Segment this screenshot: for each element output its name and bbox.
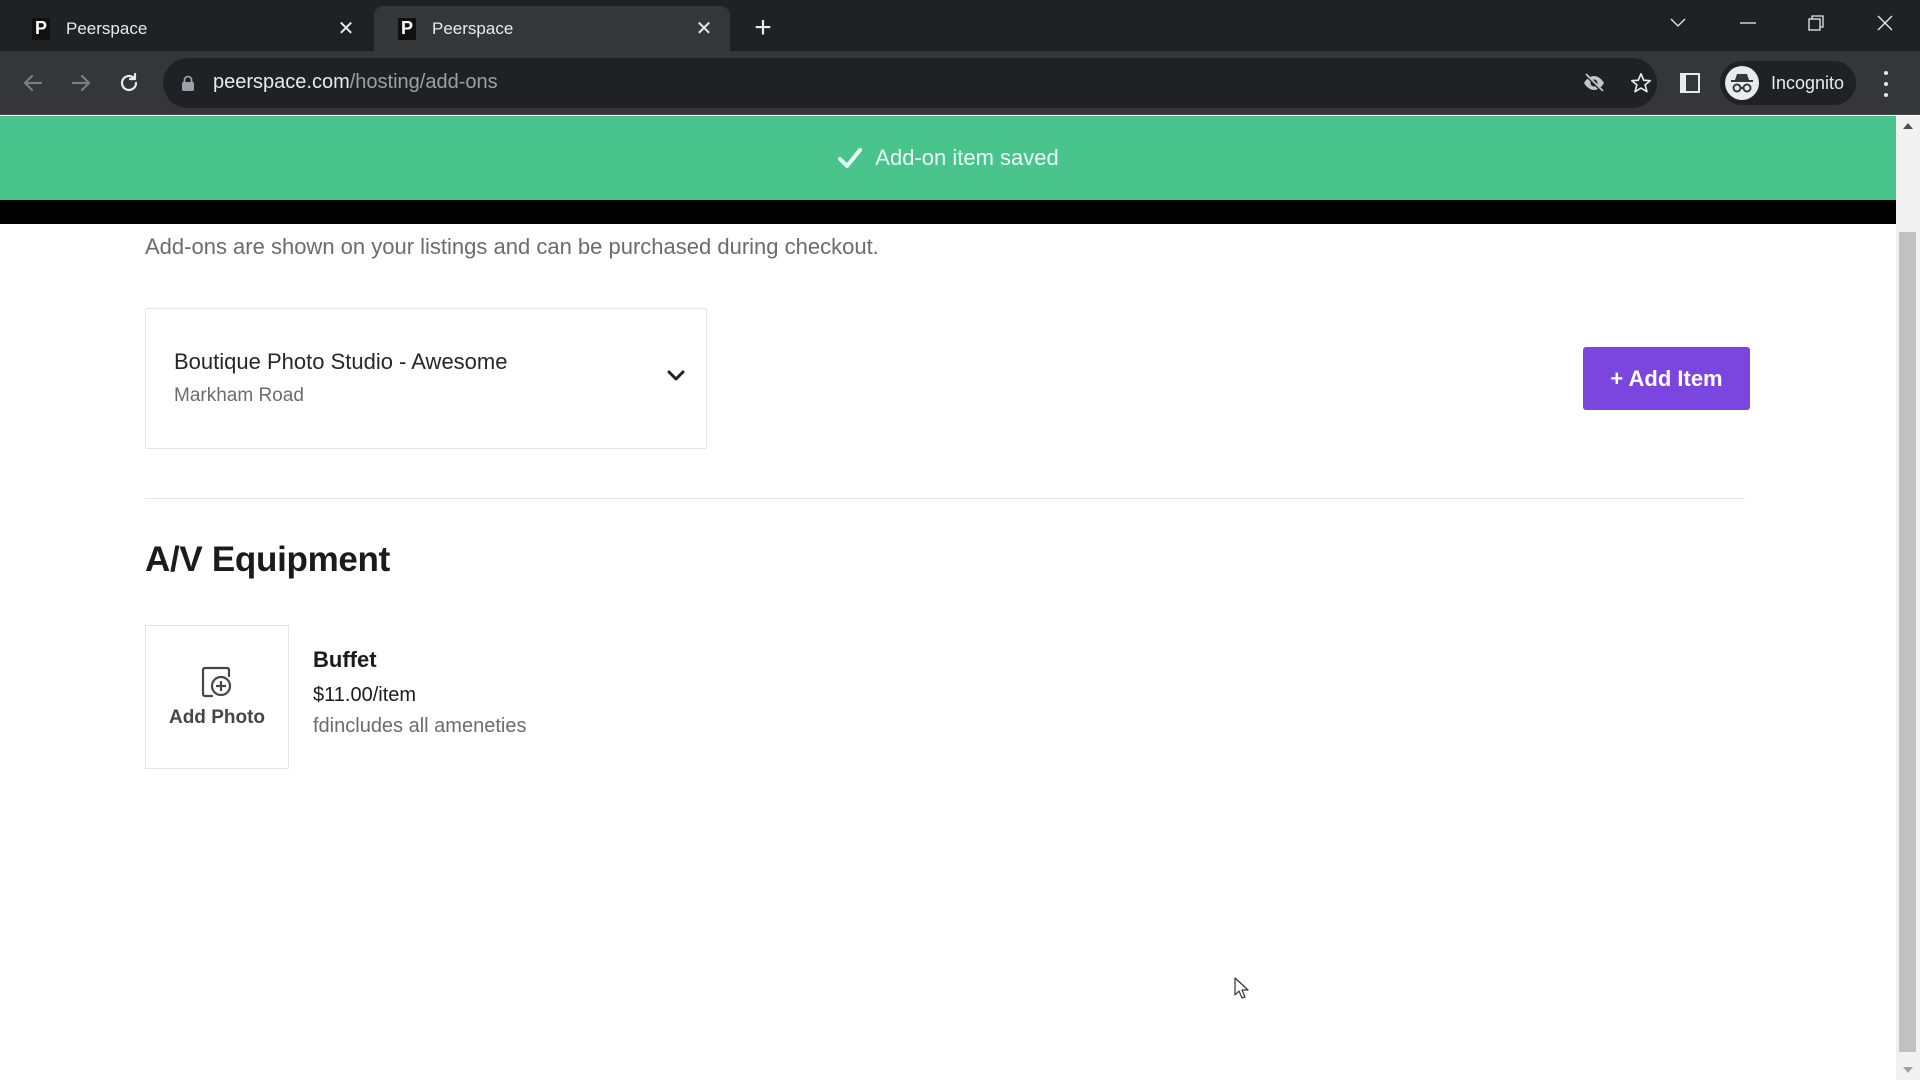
header-strip	[0, 200, 1896, 224]
side-panel-icon[interactable]	[1680, 73, 1700, 93]
tracking-protection-eye-off-icon[interactable]	[1581, 70, 1607, 96]
page-scrollbar[interactable]	[1896, 116, 1920, 1080]
minimize-button[interactable]	[1725, 6, 1771, 40]
peerspace-favicon-icon: P	[398, 17, 416, 40]
mouse-cursor-icon	[1234, 977, 1249, 999]
incognito-label: Incognito	[1771, 72, 1845, 93]
back-button[interactable]	[15, 65, 51, 101]
browser-toolbar: peerspace.com/hosting/add-ons Incognito	[0, 51, 1920, 115]
add-photo-icon	[201, 666, 232, 698]
addon-price: $11.00/item	[313, 684, 417, 706]
success-toast: Add-on item saved	[0, 116, 1896, 200]
close-tab-icon[interactable]: ✕	[692, 17, 716, 41]
close-tab-icon[interactable]: ✕	[334, 17, 358, 41]
toast-message: Add-on item saved	[875, 145, 1059, 170]
incognito-icon	[1725, 66, 1759, 100]
page-description: Add-ons are shown on your listings and c…	[145, 234, 879, 259]
browser-tab-2[interactable]: P Peerspace ✕	[374, 6, 730, 51]
restore-button[interactable]	[1793, 6, 1839, 40]
peerspace-favicon-icon: P	[32, 17, 50, 40]
browser-tab-1[interactable]: P Peerspace ✕	[8, 6, 372, 51]
page-viewport: Add-on item saved Add-ons are shown on y…	[0, 116, 1896, 1080]
reload-button[interactable]	[111, 65, 147, 101]
addon-description: fdincludes all ameneties	[313, 715, 527, 737]
section-divider	[145, 498, 1745, 499]
listing-location: Markham Road	[174, 385, 304, 406]
add-photo-button[interactable]: Add Photo	[145, 625, 289, 769]
close-window-button[interactable]	[1862, 6, 1908, 40]
tab-search-chevron-icon[interactable]	[1655, 6, 1701, 40]
add-photo-label: Add Photo	[168, 707, 266, 728]
address-bar[interactable]: peerspace.com/hosting/add-ons	[163, 58, 1657, 108]
new-tab-button[interactable]: +	[747, 11, 779, 44]
scroll-down-arrow-icon[interactable]	[1896, 1060, 1920, 1080]
add-item-button[interactable]: + Add Item	[1583, 347, 1750, 410]
scrollbar-thumb[interactable]	[1899, 232, 1916, 1052]
chevron-down-icon	[667, 370, 685, 381]
listing-name: Boutique Photo Studio - Awesome	[174, 349, 508, 374]
tab-title: Peerspace	[432, 18, 514, 38]
listing-select-dropdown[interactable]: Boutique Photo Studio - Awesome Markham …	[145, 308, 707, 449]
url-text: peerspace.com/hosting/add-ons	[213, 71, 498, 93]
bookmark-star-icon[interactable]	[1628, 70, 1654, 96]
lock-icon	[182, 75, 194, 91]
scroll-up-arrow-icon[interactable]	[1896, 116, 1920, 136]
check-icon	[838, 148, 863, 168]
tab-title: Peerspace	[66, 18, 148, 38]
browser-menu-icon[interactable]	[1876, 71, 1896, 97]
section-title: A/V Equipment	[145, 540, 390, 579]
forward-button[interactable]	[63, 65, 99, 101]
incognito-profile-button[interactable]: Incognito	[1720, 61, 1856, 105]
addon-name[interactable]: Buffet	[313, 647, 377, 673]
tab-bar: P Peerspace ✕ P Peerspace ✕ +	[0, 0, 1920, 51]
